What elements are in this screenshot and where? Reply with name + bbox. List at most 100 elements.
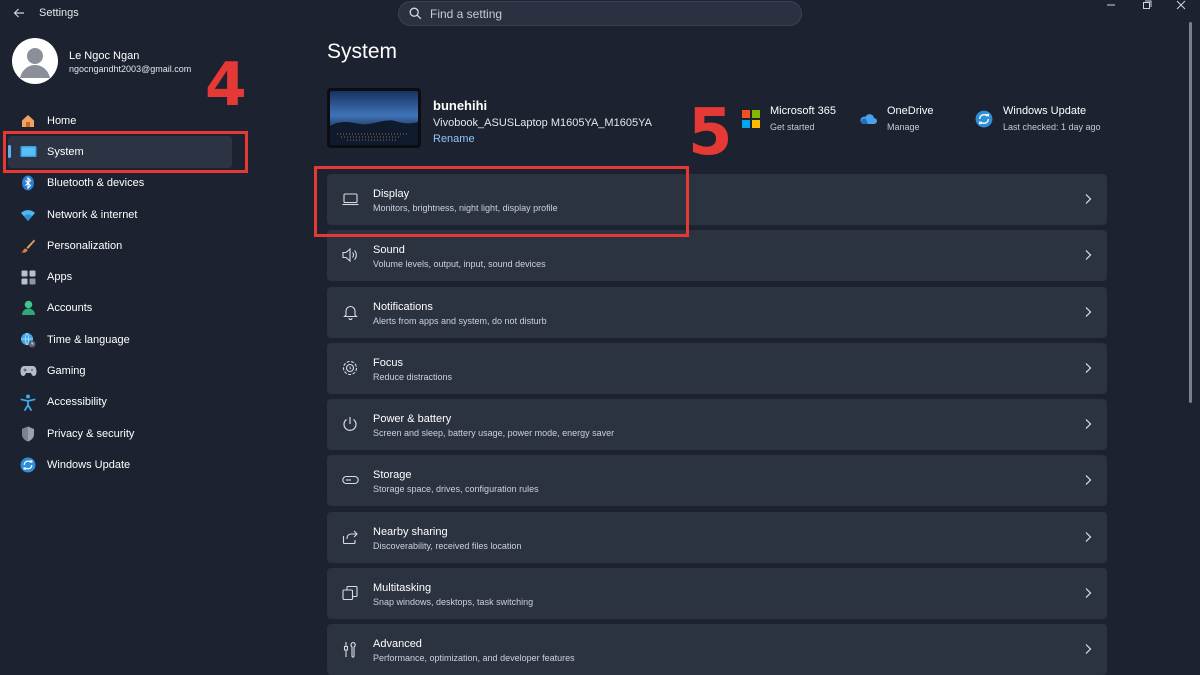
wifi-icon xyxy=(19,206,37,224)
focus-icon xyxy=(341,359,359,377)
accessibility-icon xyxy=(19,393,37,411)
bell-icon xyxy=(341,303,359,321)
sidebar-item-time-language[interactable]: Time & language xyxy=(8,324,232,355)
sidebar-item-network[interactable]: Network & internet xyxy=(8,199,232,230)
annotation-step-4: 4 xyxy=(205,50,247,120)
title-bar: Settings Find a setting xyxy=(0,0,1200,28)
shield-icon xyxy=(19,425,37,443)
sidebar-item-label: Accounts xyxy=(47,302,93,315)
card-subtitle: Snap windows, desktops, task switching xyxy=(373,596,534,607)
chevron-right-icon xyxy=(1085,531,1092,542)
tools-icon xyxy=(341,640,359,658)
annotation-step-5: 5 xyxy=(688,96,733,170)
settings-card-power-battery[interactable]: Power & battery Screen and sleep, batter… xyxy=(327,399,1107,450)
onedrive-icon xyxy=(860,114,877,124)
sidebar-item-label: Time & language xyxy=(47,333,130,346)
chevron-right-icon xyxy=(1085,362,1092,373)
sidebar-item-label: Gaming xyxy=(47,365,86,378)
search-box[interactable]: Find a setting xyxy=(398,1,802,26)
storage-icon xyxy=(341,471,359,489)
sidebar-item-personalization[interactable]: Personalization xyxy=(8,230,232,261)
bluetooth-icon xyxy=(19,174,37,192)
multitasking-icon xyxy=(341,584,359,602)
card-subtitle: Discoverability, received files location xyxy=(373,540,522,551)
settings-card-sound[interactable]: Sound Volume levels, output, input, soun… xyxy=(327,230,1107,282)
card-title: Focus xyxy=(373,356,403,369)
quick-link-title: Windows Update xyxy=(1003,105,1087,117)
card-title: Advanced xyxy=(373,638,422,650)
wallpaper-image xyxy=(330,91,418,145)
profile-name: Le Ngoc Ngan xyxy=(69,50,140,62)
apps-icon xyxy=(19,268,37,286)
sidebar-item-label: Windows Update xyxy=(47,458,131,471)
quick-link-subtitle: Get started xyxy=(770,122,815,132)
maximize-button[interactable] xyxy=(1128,0,1166,14)
page-title: System xyxy=(327,40,398,63)
sidebar-item-label: Home xyxy=(47,114,77,127)
share-icon xyxy=(341,528,359,546)
card-title: Nearby sharing xyxy=(373,525,448,538)
quick-link-title: Microsoft 365 xyxy=(770,105,837,117)
search-input[interactable]: Find a setting xyxy=(430,7,502,21)
brush-icon xyxy=(19,237,37,255)
card-subtitle: Performance, optimization, and developer… xyxy=(373,653,575,663)
speaker-icon xyxy=(341,246,359,264)
sidebar-item-label: Personalization xyxy=(47,239,123,252)
profile-email: ngocngandht2003@gmail.com xyxy=(69,64,192,74)
quick-link-subtitle: Last checked: 1 day ago xyxy=(1003,122,1101,132)
app-title: Settings xyxy=(39,7,79,19)
chevron-right-icon xyxy=(1085,194,1092,204)
home-icon xyxy=(19,112,37,130)
card-title: Storage xyxy=(373,469,412,482)
sidebar-item-label: Privacy & security xyxy=(47,427,135,440)
settings-card-multitasking[interactable]: Multitasking Snap windows, desktops, tas… xyxy=(327,567,1107,619)
sidebar-item-apps[interactable]: Apps xyxy=(8,261,232,292)
back-arrow-icon[interactable] xyxy=(10,6,28,22)
rename-link[interactable]: Rename xyxy=(433,133,475,145)
gamepad-icon xyxy=(19,362,37,380)
minimize-button[interactable] xyxy=(1092,0,1130,14)
card-subtitle: Volume levels, output, input, sound devi… xyxy=(373,259,546,270)
sidebar-item-label: Accessibility xyxy=(47,396,107,409)
device-model: Vivobook_ASUSLaptop M1605YA_M1605YA xyxy=(433,117,652,129)
sidebar-item-gaming[interactable]: Gaming xyxy=(8,355,232,386)
settings-card-notifications[interactable]: Notifications Alerts from apps and syste… xyxy=(327,286,1107,338)
settings-card-list: Display Monitors, brightness, night ligh… xyxy=(327,174,1107,675)
card-title: Power & battery xyxy=(373,413,452,425)
sidebar-item-windows-update[interactable]: Windows Update xyxy=(8,449,232,480)
annotation-box-system xyxy=(3,131,248,173)
quick-link-subtitle: Manage xyxy=(887,122,920,132)
card-title: Multitasking xyxy=(373,581,432,594)
scrollbar[interactable] xyxy=(1189,22,1192,403)
quick-link-title: OneDrive xyxy=(887,105,934,117)
update-icon xyxy=(975,110,993,128)
chevron-right-icon xyxy=(1085,250,1092,261)
power-icon xyxy=(341,415,359,433)
chevron-right-icon xyxy=(1085,587,1092,598)
card-subtitle: Storage space, drives, configuration rul… xyxy=(373,484,539,495)
avatar[interactable] xyxy=(12,38,58,84)
close-button[interactable] xyxy=(1162,0,1200,14)
settings-card-nearby-sharing[interactable]: Nearby sharing Discoverability, received… xyxy=(327,511,1107,563)
chevron-right-icon xyxy=(1085,419,1092,429)
update-icon xyxy=(19,456,37,474)
sidebar-item-accounts[interactable]: Accounts xyxy=(8,293,232,324)
sidebar-item-accessibility[interactable]: Accessibility xyxy=(8,387,232,418)
quick-link-onedrive[interactable]: OneDrive Manage xyxy=(859,104,959,136)
chevron-right-icon xyxy=(1085,644,1092,654)
quick-link-microsoft-365[interactable]: Microsoft 365 Get started xyxy=(742,104,862,136)
settings-card-storage[interactable]: Storage Storage space, drives, configura… xyxy=(327,455,1107,507)
sidebar-item-privacy[interactable]: Privacy & security xyxy=(8,418,232,449)
card-title: Sound xyxy=(373,244,405,257)
person-icon xyxy=(20,48,50,78)
card-subtitle: Screen and sleep, battery usage, power m… xyxy=(373,428,615,438)
device-wallpaper-thumbnail[interactable] xyxy=(327,88,421,148)
chevron-right-icon xyxy=(1085,475,1092,486)
device-name: bunehihi xyxy=(433,98,488,113)
settings-card-focus[interactable]: Focus Reduce distractions xyxy=(327,342,1107,394)
quick-link-windows-update[interactable]: Windows Update Last checked: 1 day ago xyxy=(975,104,1115,136)
sidebar-item-label: Bluetooth & devices xyxy=(47,177,145,190)
settings-card-advanced[interactable]: Advanced Performance, optimization, and … xyxy=(327,624,1107,675)
sidebar-item-label: Apps xyxy=(47,271,73,284)
person-icon xyxy=(19,299,37,317)
